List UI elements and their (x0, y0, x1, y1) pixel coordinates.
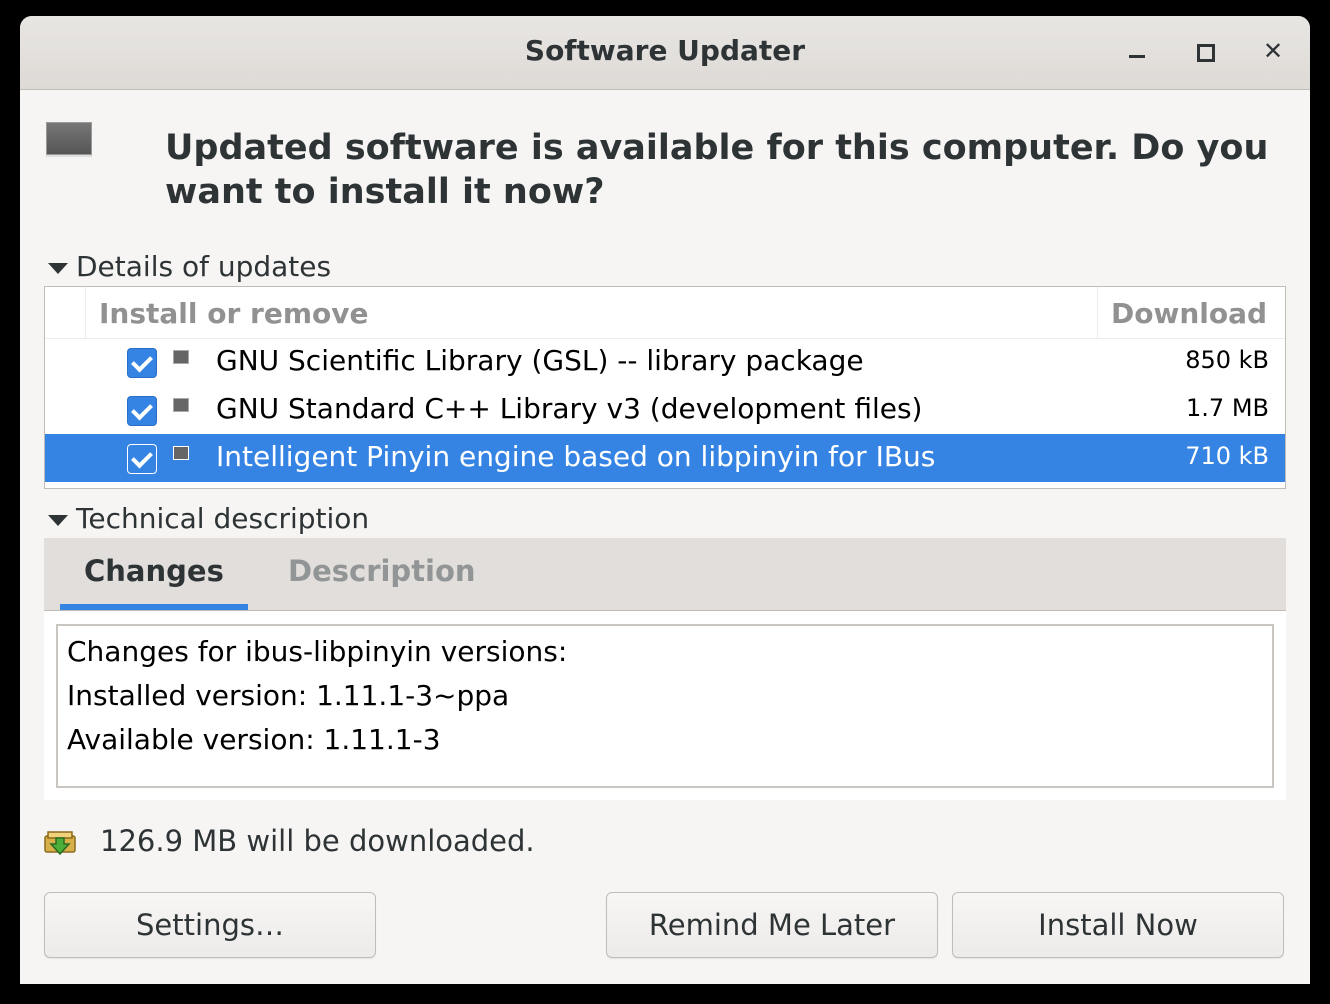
updater-icon (46, 122, 92, 155)
install-checkbox[interactable] (127, 396, 157, 426)
tab-changes[interactable]: Changes (84, 554, 224, 588)
table-row[interactable]: GNU Standard C++ Library v3 (development… (45, 386, 1285, 434)
title-bar: Software Updater ✕ (20, 16, 1310, 90)
changes-panel: Changes for ibus-libpinyin versions: Ins… (44, 611, 1286, 800)
technical-expander[interactable]: Technical description (48, 502, 369, 535)
tab-bar: Changes Description (44, 538, 1286, 611)
details-expander[interactable]: Details of updates (48, 250, 331, 283)
column-install-or-remove[interactable]: Install or remove (99, 297, 369, 330)
active-tab-indicator (60, 604, 248, 610)
changes-line: Available version: 1.11.1-3 (67, 723, 441, 756)
headline: Updated software is available for this c… (165, 128, 1269, 212)
checkbox-column-header[interactable] (45, 287, 86, 338)
install-now-button[interactable]: Install Now (952, 892, 1284, 958)
package-size: 850 kB (1185, 346, 1269, 374)
details-expander-label: Details of updates (76, 250, 332, 283)
minimize-icon[interactable] (1120, 34, 1154, 68)
install-checkbox[interactable] (127, 348, 157, 378)
changes-line: Installed version: 1.11.1-3~ppa (67, 679, 510, 712)
changes-textview[interactable]: Changes for ibus-libpinyin versions: Ins… (56, 624, 1274, 788)
package-size: 1.7 MB (1186, 394, 1269, 422)
tab-description[interactable]: Description (288, 554, 476, 588)
download-icon (44, 831, 76, 856)
window-title: Software Updater (524, 34, 806, 67)
package-name: Intelligent Pinyin engine based on libpi… (216, 440, 936, 473)
table-row[interactable]: Intelligent Pinyin engine based on libpi… (45, 434, 1285, 482)
software-updater-window: Software Updater ✕ Updated software is a… (20, 16, 1310, 984)
package-name: GNU Standard C++ Library v3 (development… (216, 392, 923, 425)
column-download[interactable]: Download (1111, 297, 1267, 330)
table-row[interactable]: GNU Scientific Library (GSL) -- library … (45, 338, 1285, 386)
package-name: GNU Scientific Library (GSL) -- library … (216, 344, 864, 377)
package-icon (173, 398, 189, 412)
package-icon (173, 350, 189, 364)
expanded-arrow-icon (48, 514, 68, 526)
technical-expander-label: Technical description (76, 502, 370, 535)
remind-me-later-button[interactable]: Remind Me Later (606, 892, 938, 958)
package-size: 710 kB (1185, 442, 1269, 470)
column-separator (1097, 287, 1098, 338)
maximize-icon[interactable] (1188, 34, 1222, 68)
updates-list: Install or remove Download GNU Scientifi… (44, 286, 1286, 489)
package-icon (173, 446, 189, 460)
install-checkbox[interactable] (127, 444, 157, 474)
close-icon[interactable]: ✕ (1256, 34, 1290, 68)
settings-button[interactable]: Settings… (44, 892, 376, 958)
changes-line: Changes for ibus-libpinyin versions: (67, 635, 568, 668)
download-summary: 126.9 MB will be downloaded. (100, 824, 535, 858)
expanded-arrow-icon (48, 262, 68, 274)
list-header: Install or remove Download (45, 287, 1285, 339)
